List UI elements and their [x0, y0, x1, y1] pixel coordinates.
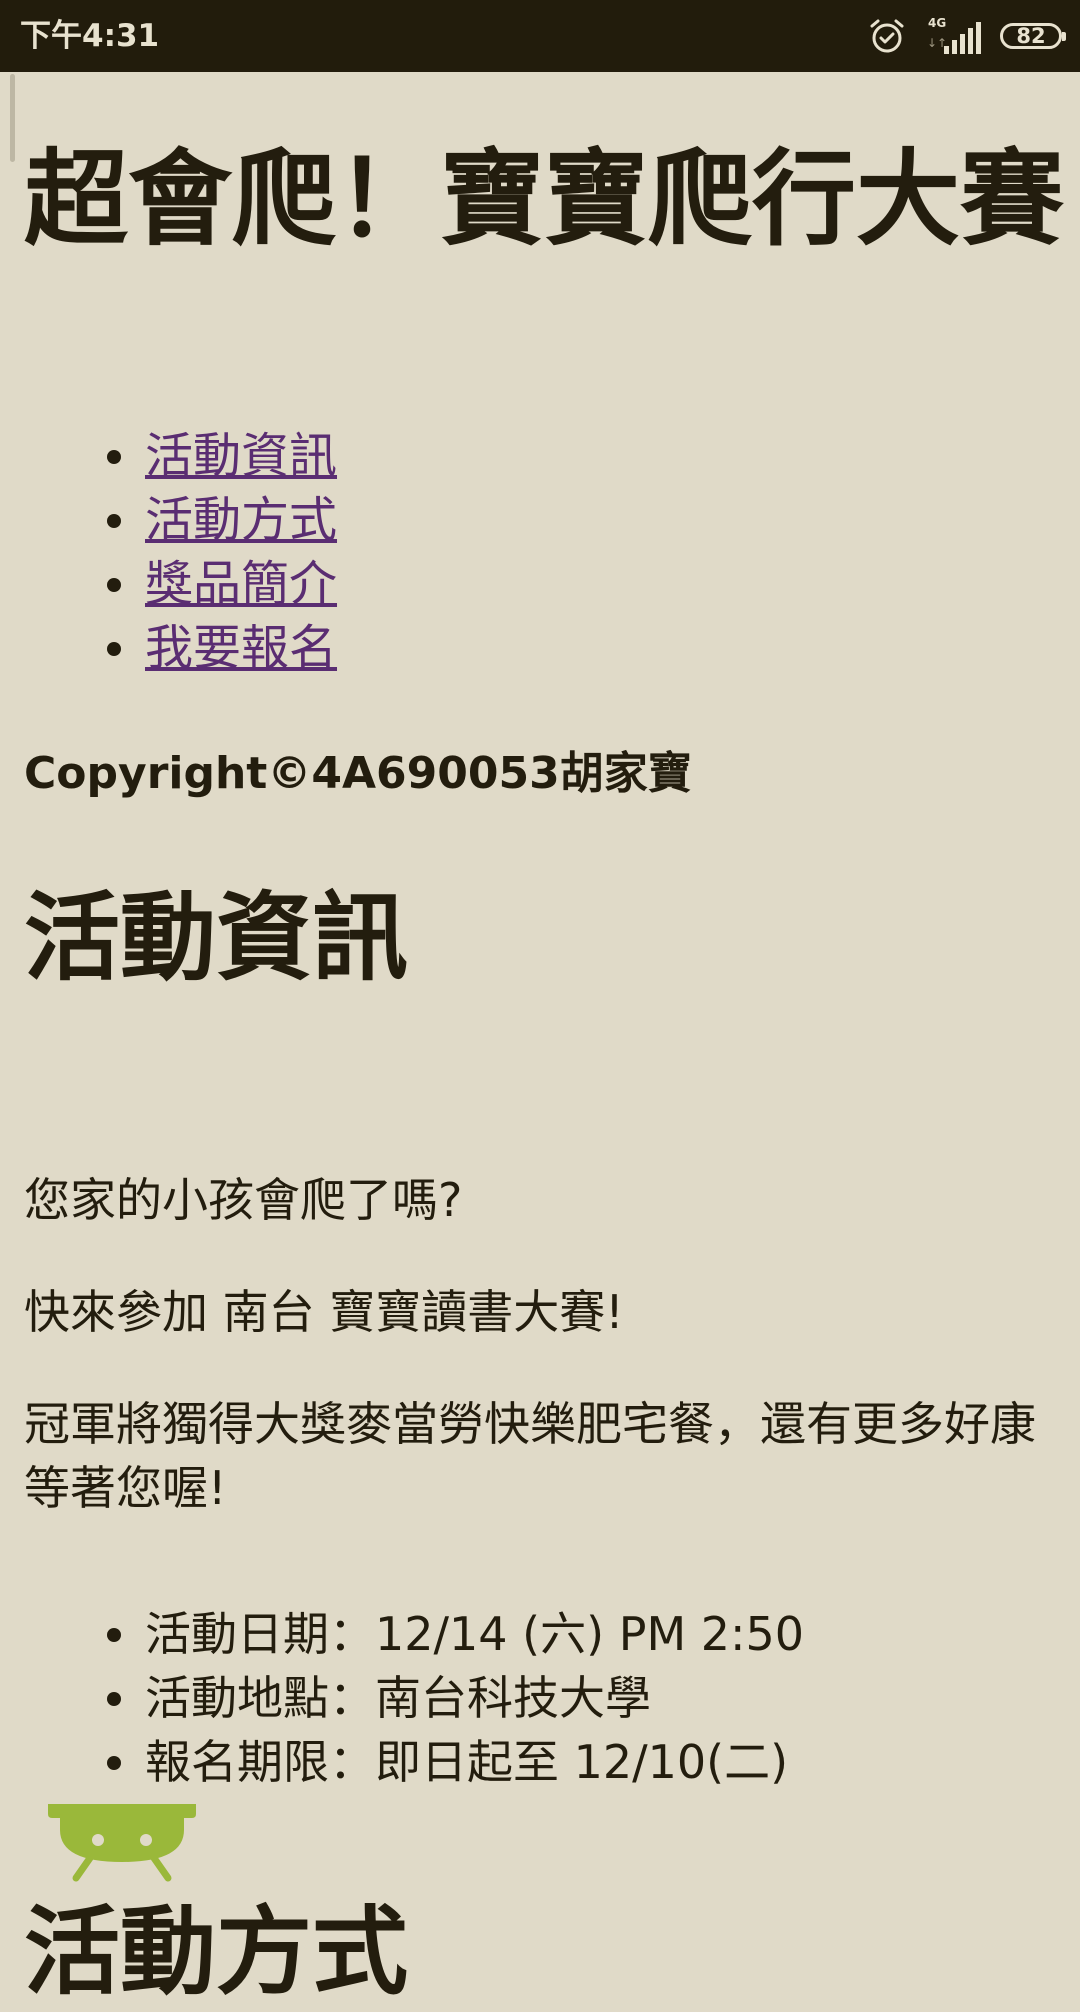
- copyright-text: Copyright©4A690053胡家寶: [24, 748, 692, 799]
- event-date-item: 活動日期：12/14 (六) PM 2:50: [0, 1602, 804, 1666]
- network-indicator: 4G ↓↑: [924, 16, 986, 56]
- page-content: 超會爬！寶寶爬行大賽 活動資訊 活動方式 獎品簡介 我要報名 Copyright…: [0, 72, 1080, 2008]
- section-title-activity-info: 活動資訊: [24, 882, 408, 994]
- battery-icon: 82: [1000, 23, 1066, 49]
- alarm-icon: [870, 19, 904, 53]
- prize-paragraph: 冠軍將獨得大獎麥當勞快樂肥宅餐，還有更多好康等著您喔!: [24, 1397, 1036, 1515]
- intro-paragraph: 您家的小孩會爬了嗎?: [24, 1173, 463, 1227]
- battery-tip: [1062, 32, 1066, 41]
- section-title-activity-method: 活動方式: [24, 1896, 408, 2008]
- nav-item: 獎品簡介: [0, 552, 337, 616]
- page-title: 超會爬！寶寶爬行大賽: [24, 138, 1065, 260]
- status-time: 下午4:31: [20, 18, 160, 54]
- battery-level: 82: [1016, 24, 1046, 48]
- status-icons: 4G ↓↑ 82: [868, 14, 1066, 58]
- nav-item: 活動方式: [0, 488, 337, 552]
- nav-link-register[interactable]: 我要報名: [145, 620, 337, 676]
- android-icon: [48, 1804, 196, 1882]
- registration-deadline-item: 報名期限：即日起至 12/10(二): [0, 1730, 804, 1794]
- event-info-list: 活動日期：12/14 (六) PM 2:50 活動地點：南台科技大學 報名期限：…: [0, 1602, 804, 1794]
- event-location-item: 活動地點：南台科技大學: [0, 1666, 804, 1730]
- status-bar: 下午4:31 4G ↓↑ 82: [0, 0, 1080, 72]
- nav-link-activity-info[interactable]: 活動資訊: [145, 428, 337, 484]
- nav-list: 活動資訊 活動方式 獎品簡介 我要報名: [0, 424, 337, 680]
- signal-icon: [944, 22, 981, 54]
- nav-link-prizes[interactable]: 獎品簡介: [145, 556, 337, 612]
- invite-paragraph: 快來參加 南台 寶寶讀書大賽!: [24, 1285, 624, 1339]
- nav-item: 活動資訊: [0, 424, 337, 488]
- nav-link-activity-method[interactable]: 活動方式: [145, 492, 337, 548]
- nav-item: 我要報名: [0, 616, 337, 680]
